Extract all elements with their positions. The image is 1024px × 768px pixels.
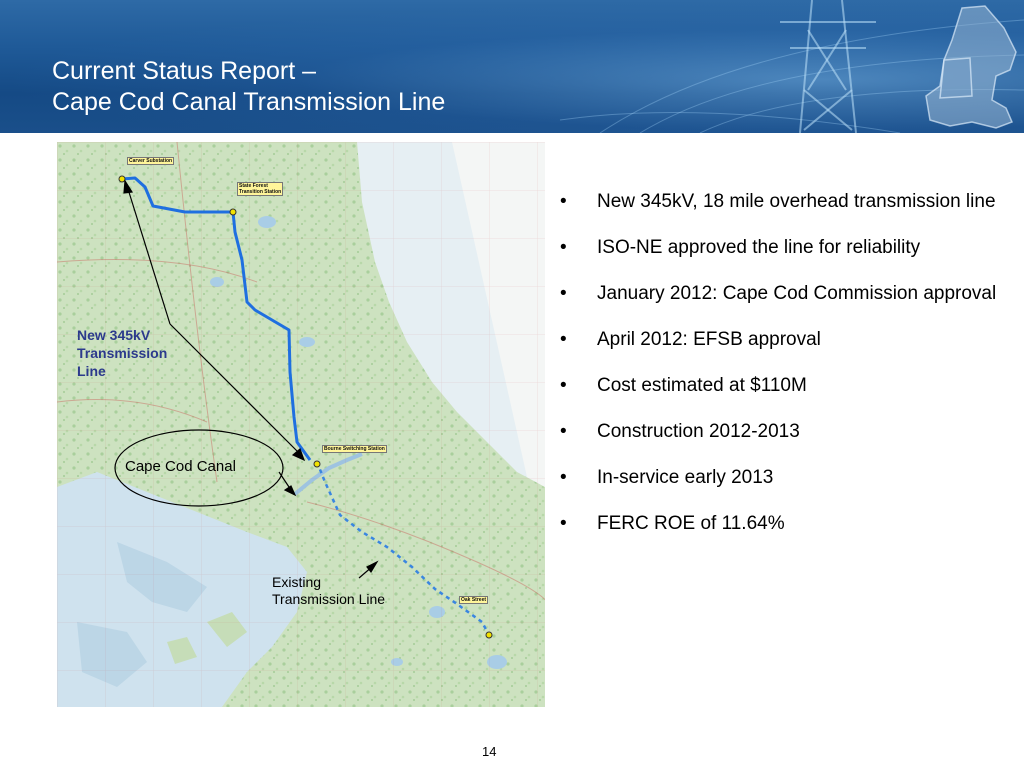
- bullet-item: • Cost estimated at $110M: [560, 373, 1000, 399]
- bullet-item: • FERC ROE of 11.64%: [560, 511, 1000, 537]
- header-banner: Current Status Report – Cape Cod Canal T…: [0, 0, 1024, 133]
- existing-label-line-2: Transmission Line: [272, 591, 386, 607]
- existing-label-line-1: Existing: [272, 574, 322, 590]
- bullet-marker: •: [560, 421, 567, 442]
- bullet-text: FERC ROE of 11.64%: [597, 513, 785, 534]
- existing-line-label: Existing Transmission Line: [272, 574, 385, 608]
- new-england-map-icon: [925, 5, 1017, 129]
- bullet-marker: •: [560, 237, 567, 258]
- bullet-text: January 2012: Cape Cod Commission approv…: [597, 283, 997, 304]
- bullet-item: • January 2012: Cape Cod Commission appro…: [560, 281, 1000, 307]
- new-line-label-line-2: Transmission: [77, 345, 168, 361]
- canal-label: Cape Cod Canal: [125, 458, 236, 475]
- oak-street-marker: [485, 631, 493, 639]
- topographic-map-image: [57, 142, 545, 707]
- bullet-marker: •: [560, 467, 567, 488]
- state-forest-station-tag: State Forest Transition Station: [237, 182, 284, 196]
- bullet-marker: •: [560, 283, 567, 304]
- page-number: 14: [482, 744, 497, 759]
- bullet-marker: •: [560, 329, 567, 350]
- bullet-text: April 2012: EFSB approval: [597, 329, 821, 350]
- status-bullet-list: • New 345kV, 18 mile overhead transmissio…: [560, 189, 1000, 557]
- bullet-item: • April 2012: EFSB approval: [560, 327, 1000, 353]
- bourne-marker: [313, 460, 321, 468]
- bullet-marker: •: [560, 191, 567, 212]
- bullet-text: Cost estimated at $110M: [597, 375, 807, 396]
- title-line-1: Current Status Report –: [52, 57, 317, 85]
- new-line-label-line-3: Line: [77, 363, 106, 379]
- bullet-item: • ISO-NE approved the line for reliabilit…: [560, 235, 1000, 261]
- title-line-2: Cape Cod Canal Transmission Line: [52, 88, 446, 116]
- bullet-item: • In-service early 2013: [560, 465, 1000, 491]
- carver-station-tag: Carver Substation: [127, 157, 175, 165]
- bullet-marker: •: [560, 513, 567, 534]
- bullet-text: Construction 2012-2013: [597, 421, 800, 442]
- bullet-text: ISO-NE approved the line for reliability: [597, 237, 921, 258]
- slide: Current Status Report – Cape Cod Canal T…: [0, 0, 1024, 768]
- oak-street-tag: Oak Street: [459, 596, 489, 604]
- bourne-station-tag: Bourne Switching Station: [322, 445, 387, 453]
- new-line-label: New 345kV Transmission Line: [77, 326, 167, 380]
- state-forest-tag-line-2: Transition Station: [239, 189, 282, 195]
- new-line-label-line-1: New 345kV: [77, 327, 151, 343]
- carver-marker: [118, 175, 126, 183]
- bullet-marker: •: [560, 375, 567, 396]
- bullet-text: In-service early 2013: [597, 467, 774, 488]
- bullet-item: • New 345kV, 18 mile overhead transmissio…: [560, 189, 1000, 215]
- bullet-item: • Construction 2012-2013: [560, 419, 1000, 445]
- page-title: Current Status Report – Cape Cod Canal T…: [52, 56, 445, 118]
- bullet-text: New 345kV, 18 mile overhead transmission…: [597, 191, 996, 212]
- transmission-route-map: Carver Substation State Forest Transitio…: [57, 142, 545, 707]
- state-forest-marker: [229, 208, 237, 216]
